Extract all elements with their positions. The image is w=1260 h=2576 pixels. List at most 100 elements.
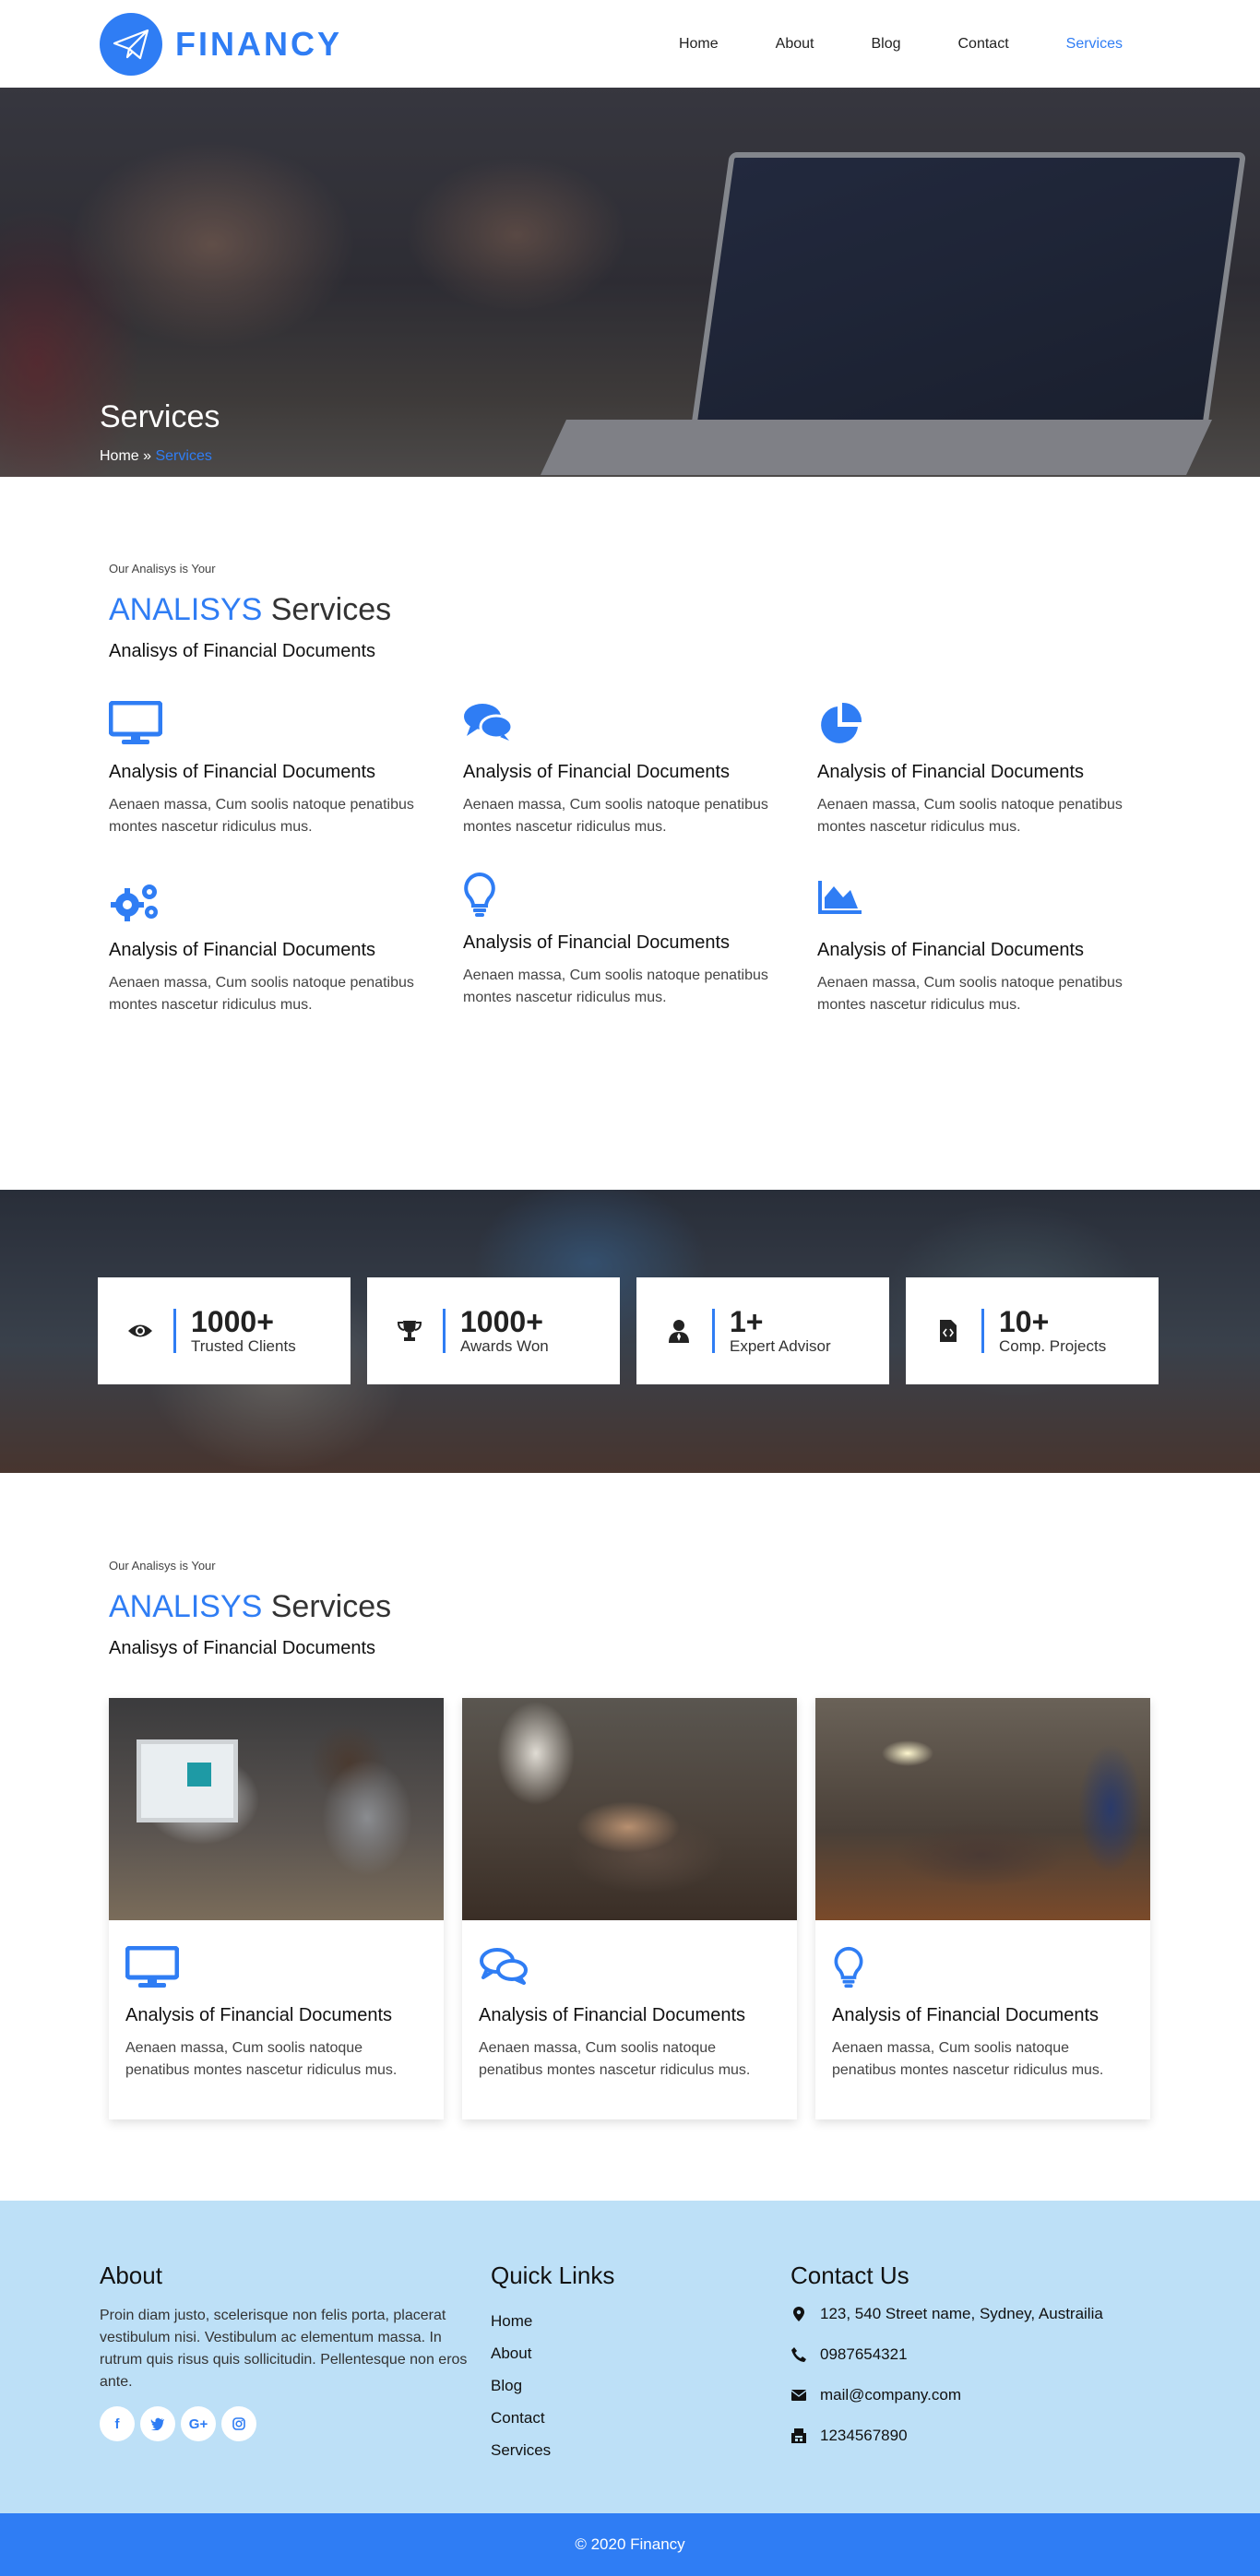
paper-plane-icon [100, 12, 162, 76]
section-title-accent: ANALISYS [109, 1589, 263, 1624]
twitter-icon[interactable] [140, 2406, 175, 2441]
main-nav: Home About Blog Contact Services [650, 36, 1151, 53]
stat-label: Comp. Projects [999, 1337, 1107, 1355]
card-title: Analysis of Financial Documents [125, 2005, 393, 2025]
services-grid: Analysis of Financial Documents Aenaen m… [108, 700, 1160, 1016]
contact-fax: 1234567890 [790, 2427, 1103, 2445]
stat-label: Trusted Clients [191, 1337, 296, 1355]
lightbulb-icon [463, 872, 817, 921]
footer-links-title: Quick Links [491, 2261, 615, 2289]
stat-card: 1000+ Trusted Clients [98, 1277, 351, 1384]
services-cards-section: Our Analisys is Your ANALISYS Services A… [0, 1473, 1260, 2201]
stat-card: 1+ Expert Advisor [636, 1277, 889, 1384]
card-text: Aenaen massa, Cum soolis natoque penatib… [479, 2040, 751, 2078]
service-text: Aenaen massa, Cum soolis natoque penatib… [109, 975, 414, 1013]
desktop-icon [125, 1945, 427, 1988]
brand-name: FINANCY [175, 24, 342, 63]
service-item: Analysis of Financial Documents Aenaen m… [817, 701, 1171, 838]
stats-row: 1000+ Trusted Clients 1000+ Awards Won 1… [98, 1277, 1159, 1384]
service-text: Aenaen massa, Cum soolis natoque penatib… [463, 967, 768, 1005]
section-eyebrow: Our Analisys is Your [109, 562, 216, 576]
stat-value: 1000+ [191, 1305, 274, 1338]
pie-chart-icon [817, 701, 1171, 751]
footer-link-home[interactable]: Home [491, 2312, 790, 2331]
service-title: Analysis of Financial Documents [109, 940, 376, 960]
service-card[interactable]: Analysis of Financial Documents Aenaen m… [109, 1698, 444, 2119]
section-eyebrow: Our Analisys is Your [109, 1559, 216, 1573]
footer-about: About Proin diam justo, scelerisque non … [100, 2261, 491, 2474]
stat-card: 10+ Comp. Projects [906, 1277, 1159, 1384]
section-title: ANALISYS Services [109, 592, 1160, 628]
envelope-icon [790, 2390, 807, 2401]
service-card[interactable]: Analysis of Financial Documents Aenaen m… [462, 1698, 797, 2119]
site-footer: About Proin diam justo, scelerisque non … [0, 2201, 1260, 2513]
service-text: Aenaen massa, Cum soolis natoque penatib… [817, 797, 1123, 835]
stat-label: Expert Advisor [730, 1337, 831, 1355]
breadcrumb: Home » Services [100, 448, 220, 465]
section-subtitle: Analisys of Financial Documents [109, 641, 376, 661]
service-title: Analysis of Financial Documents [817, 762, 1085, 782]
footer-link-services[interactable]: Services [491, 2441, 790, 2460]
area-chart-icon [817, 879, 1171, 929]
section-title-rest: Services [262, 592, 392, 627]
breadcrumb-home[interactable]: Home [100, 448, 139, 464]
card-photo [462, 1698, 797, 1920]
phone-text[interactable]: 0987654321 [820, 2345, 908, 2364]
service-item: Analysis of Financial Documents Aenaen m… [108, 700, 463, 838]
footer-contact-title: Contact Us [790, 2261, 909, 2289]
section-title-accent: ANALISYS [109, 592, 263, 627]
stats-banner: 1000+ Trusted Clients 1000+ Awards Won 1… [0, 1190, 1260, 1473]
instagram-icon[interactable] [221, 2406, 256, 2441]
nav-about[interactable]: About [747, 36, 843, 53]
eye-icon [127, 1323, 153, 1339]
file-code-icon [935, 1319, 961, 1343]
footer-link-contact[interactable]: Contact [491, 2409, 790, 2428]
nav-services[interactable]: Services [1038, 36, 1151, 53]
desktop-icon [108, 700, 463, 751]
page-title: Services [100, 399, 220, 434]
trophy-icon [397, 1319, 422, 1343]
breadcrumb-current: Services [155, 448, 212, 464]
card-text: Aenaen massa, Cum soolis natoque penatib… [832, 2040, 1104, 2078]
nav-blog[interactable]: Blog [842, 36, 929, 53]
facebook-icon[interactable]: f [100, 2406, 135, 2441]
stat-label: Awards Won [460, 1337, 549, 1355]
service-item: Analysis of Financial Documents Aenaen m… [463, 872, 817, 1016]
footer-about-text: Proin diam justo, scelerisque non felis … [100, 2308, 468, 2390]
footer-quick-links: Quick Links Home About Blog Contact Serv… [491, 2261, 790, 2474]
phone-icon [790, 2347, 807, 2362]
card-title: Analysis of Financial Documents [479, 2005, 746, 2025]
google-plus-icon[interactable]: G+ [181, 2406, 216, 2441]
brand-logo[interactable]: FINANCY [100, 12, 342, 76]
hero-banner: Services Home » Services [0, 88, 1260, 477]
service-title: Analysis of Financial Documents [463, 762, 731, 782]
comments-icon [463, 701, 817, 751]
stat-value: 10+ [999, 1305, 1050, 1338]
stat-divider [981, 1309, 984, 1353]
nav-contact[interactable]: Contact [930, 36, 1038, 53]
fax-text: 1234567890 [820, 2427, 908, 2444]
service-cards: Analysis of Financial Documents Aenaen m… [109, 1698, 1160, 2119]
lightbulb-icon [832, 1946, 1134, 1988]
service-text: Aenaen massa, Cum soolis natoque penatib… [109, 797, 414, 835]
section-title-rest: Services [262, 1589, 392, 1624]
card-photo [815, 1698, 1150, 1920]
footer-link-blog[interactable]: Blog [491, 2377, 790, 2395]
stat-value: 1000+ [460, 1305, 543, 1338]
stat-value: 1+ [730, 1305, 764, 1338]
site-header: FINANCY Home About Blog Contact Services [0, 0, 1260, 88]
service-text: Aenaen massa, Cum soolis natoque penatib… [817, 975, 1123, 1013]
copyright-bar: © 2020 Financy [0, 2513, 1260, 2576]
stat-card: 1000+ Awards Won [367, 1277, 620, 1384]
service-title: Analysis of Financial Documents [463, 932, 731, 953]
footer-link-about[interactable]: About [491, 2345, 790, 2363]
service-title: Analysis of Financial Documents [109, 762, 376, 782]
footer-contact: Contact Us 123, 540 Street name, Sydney,… [790, 2261, 1103, 2474]
contact-email: mail@company.com [790, 2386, 1103, 2404]
nav-home[interactable]: Home [650, 36, 747, 53]
service-card[interactable]: Analysis of Financial Documents Aenaen m… [815, 1698, 1150, 2119]
gears-icon [109, 879, 463, 929]
photo-detail [137, 1739, 238, 1822]
service-item: Analysis of Financial Documents Aenaen m… [817, 879, 1171, 1016]
email-text[interactable]: mail@company.com [820, 2386, 961, 2404]
